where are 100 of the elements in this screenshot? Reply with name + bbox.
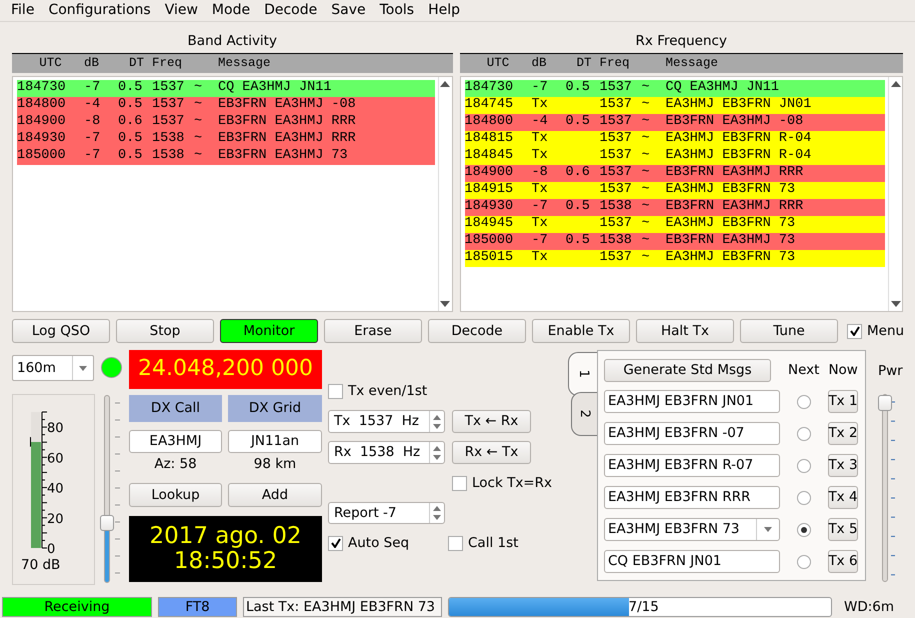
table-cell-text: 0.5	[566, 233, 591, 250]
action-button[interactable]: Log QSO	[12, 319, 110, 343]
table-cell: EA3HMJ EB3FRN 73	[666, 250, 796, 267]
radio-button[interactable]	[797, 522, 811, 536]
decode-row[interactable]: 184915 Tx 1537 ~ EA3HMJ EB3FRN 73	[464, 182, 885, 199]
radio-button[interactable]	[797, 490, 811, 504]
column-header[interactable]: UTC	[17, 56, 84, 71]
menu-item[interactable]: Mode	[204, 2, 258, 19]
action-button[interactable]: Add	[228, 483, 322, 507]
table-cell-text: -7	[84, 80, 102, 97]
table-cell-text: -7	[532, 199, 549, 216]
action-button[interactable]: Stop	[116, 319, 214, 343]
radio-button[interactable]	[797, 426, 811, 440]
radio-button[interactable]	[797, 458, 811, 472]
tab[interactable]: 1	[568, 352, 597, 396]
message-field[interactable]: EA3HMJ EB3FRN -07	[604, 422, 780, 445]
table-cell-text: 184800	[464, 114, 514, 131]
column-header[interactable]: UTC	[464, 56, 532, 71]
decode-row[interactable]: 185015 Tx 1537 ~ EA3HMJ EB3FRN 73	[464, 250, 885, 267]
decode-row[interactable]: 184930 -7 0.5 1538 ~ EB3FRN EA3HMJ RRR	[464, 199, 885, 216]
table-cell-text: ~	[194, 80, 204, 97]
action-button[interactable]: Halt Tx	[636, 319, 734, 343]
decode-row[interactable]: 184900 -8 0.6 1537 ~ EB3FRN EA3HMJ RRR	[464, 165, 885, 182]
column-header[interactable]: Freq	[600, 56, 642, 71]
checkbox[interactable]	[328, 536, 343, 551]
column-header[interactable]: dB	[84, 56, 118, 71]
spin-box[interactable]: Rx 1538 Hz	[328, 441, 445, 464]
action-button[interactable]: Rx ← Tx	[452, 441, 531, 464]
input-field[interactable]: EA3HMJ	[129, 430, 222, 453]
tx-button[interactable]: Tx 3	[828, 454, 858, 477]
decode-row[interactable]: 184730 -7 0.5 1537 ~ CQ EA3HMJ JN11	[17, 80, 434, 97]
message-text: EA3HMJ EB3FRN 73	[607, 521, 741, 538]
tx-button[interactable]: Tx 1	[828, 390, 858, 413]
message-field[interactable]: EA3HMJ EB3FRN JN01	[604, 390, 780, 413]
table-cell: EB3FRN EA3HMJ 73	[666, 233, 796, 250]
menu-item[interactable]: Save	[324, 2, 373, 19]
column-header[interactable]: DT	[118, 56, 152, 71]
tab[interactable]: 2	[571, 392, 597, 436]
menu-item[interactable]: File	[4, 2, 42, 19]
table-cell: EB3FRN EA3HMJ RRR	[666, 165, 804, 182]
menu-item[interactable]: View	[158, 2, 205, 19]
menu-item[interactable]: Tools	[372, 2, 422, 19]
table-cell-text: 1537	[152, 97, 186, 114]
column-header[interactable]: Message	[666, 56, 718, 71]
decode-row[interactable]: 184945 Tx 1537 ~ EA3HMJ EB3FRN 73	[464, 216, 885, 233]
spin-box[interactable]: Tx 1537 Hz	[328, 410, 445, 433]
spin-box[interactable]: Report -7	[328, 502, 445, 524]
checkbox[interactable]	[847, 324, 862, 338]
scale-label: 0	[47, 542, 56, 555]
checkbox[interactable]	[448, 536, 463, 551]
tx-button[interactable]: Tx 5	[828, 518, 858, 541]
table-cell-text: 1537	[600, 165, 633, 182]
column-header[interactable]: Message	[218, 56, 271, 71]
tx-button[interactable]: Tx 2	[828, 422, 858, 445]
action-button[interactable]: Erase	[324, 319, 422, 343]
action-button[interactable]: Enable Tx	[532, 319, 630, 343]
radio-button[interactable]	[797, 394, 811, 408]
column-header[interactable]: DT	[566, 56, 600, 71]
radio-button[interactable]	[797, 554, 811, 568]
spin-value: Rx 1538 Hz	[333, 444, 422, 461]
slider-handle[interactable]	[100, 515, 114, 531]
action-button[interactable]: Tx ← Rx	[452, 410, 531, 433]
band-dropdown[interactable]: 160m	[12, 355, 94, 381]
checkbox[interactable]	[328, 384, 343, 399]
message-field[interactable]: EA3HMJ EB3FRN RRR	[604, 486, 780, 509]
action-button[interactable]: Tune	[740, 319, 838, 343]
checkbox[interactable]	[452, 476, 467, 491]
menu-item[interactable]: Decode	[257, 2, 324, 19]
input-field[interactable]: JN11an	[228, 430, 322, 453]
action-button[interactable]: Lookup	[129, 483, 222, 507]
decode-row[interactable]: 184900 -8 0.6 1537 ~ EB3FRN EA3HMJ RRR	[17, 114, 434, 131]
decode-row[interactable]: 185000 -7 0.5 1538 ~ EB3FRN EA3HMJ 73	[17, 148, 434, 165]
decode-row[interactable]: 184745 Tx 1537 ~ EA3HMJ EB3FRN JN01	[464, 97, 885, 114]
decode-row[interactable]: 184845 Tx 1537 ~ EA3HMJ EB3FRN R-04	[464, 148, 885, 165]
table-cell-text: 1537	[600, 80, 633, 97]
column-header[interactable]: Freq	[152, 56, 194, 71]
decode-row[interactable]: 184800 -4 0.5 1537 ~ EB3FRN EA3HMJ -08	[464, 114, 885, 131]
table-cell: EB3FRN EA3HMJ -08	[666, 114, 804, 131]
message-field[interactable]: EA3HMJ EB3FRN R-07	[604, 454, 780, 477]
table-cell: EA3HMJ EB3FRN R-04	[666, 148, 812, 165]
tx-button[interactable]: Tx 4	[828, 486, 858, 509]
menu-item[interactable]: Configurations	[41, 2, 158, 19]
power-label: Pwr	[877, 363, 904, 380]
table-cell: CQ EA3HMJ JN11	[666, 80, 779, 97]
decode-row[interactable]: 184730 -7 0.5 1537 ~ CQ EA3HMJ JN11	[464, 80, 885, 97]
tx-button[interactable]: Tx 6	[828, 550, 858, 573]
time-text: 18:50:52	[174, 549, 278, 574]
column-header[interactable]: dB	[532, 56, 566, 71]
decode-row[interactable]: 185000 -7 0.5 1538 ~ EB3FRN EA3HMJ 73	[464, 233, 885, 250]
menu-item[interactable]: Help	[421, 2, 468, 19]
table-cell-text: 1537	[600, 182, 633, 199]
decode-row[interactable]: 184930 -7 0.5 1538 ~ EB3FRN EA3HMJ RRR	[17, 131, 434, 148]
message-dropdown[interactable]: EA3HMJ EB3FRN 73	[604, 518, 780, 541]
action-button[interactable]: Generate Std Msgs	[604, 359, 771, 382]
action-button[interactable]: Decode	[428, 319, 526, 343]
message-field[interactable]: CQ EB3FRN JN01	[604, 550, 780, 573]
action-button[interactable]: Monitor	[220, 319, 318, 343]
decode-row[interactable]: 184800 -4 0.5 1537 ~ EB3FRN EA3HMJ -08	[17, 97, 434, 114]
table-cell-text: 184930	[464, 199, 514, 216]
decode-row[interactable]: 184815 Tx 1537 ~ EA3HMJ EB3FRN R-04	[464, 131, 885, 148]
